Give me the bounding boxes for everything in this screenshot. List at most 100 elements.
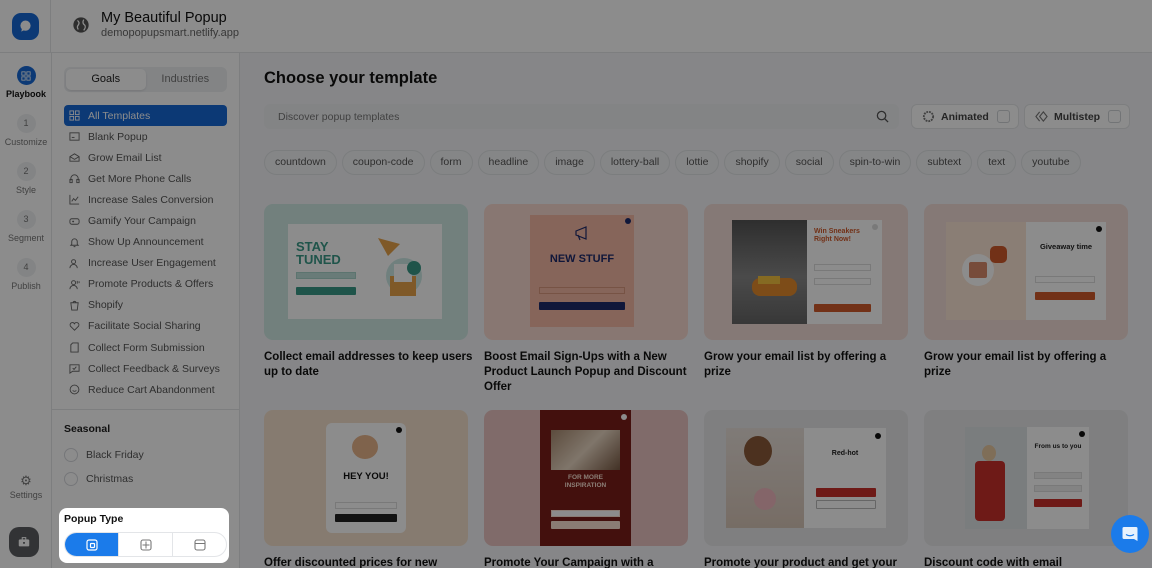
goal-grow-email-list[interactable]: Grow Email List <box>64 147 227 168</box>
preview-popup: FOR MORE INSPIRATION <box>540 410 631 546</box>
briefcase-icon <box>18 537 30 547</box>
site-info: My Beautiful Popup demopopupsmart.netlif… <box>72 10 239 40</box>
tag-chip[interactable]: youtube <box>1021 150 1081 175</box>
multistep-label: Multistep <box>1054 110 1101 123</box>
popup-type-selector <box>64 532 227 557</box>
search-input[interactable] <box>264 104 854 129</box>
goal-feedback[interactable]: Collect Feedback & Surveys <box>64 358 227 379</box>
template-preview[interactable]: Giveaway time <box>924 204 1128 340</box>
app-logo[interactable] <box>11 13 39 40</box>
step-style[interactable]: 2 Style <box>0 162 52 195</box>
template-title: Offer discounted prices for new <box>264 557 438 568</box>
close-icon <box>396 427 402 433</box>
tag-chip[interactable]: form <box>429 150 473 175</box>
template-preview[interactable]: NEW STUFF <box>484 204 688 340</box>
step-customize[interactable]: 1 Customize <box>0 114 52 147</box>
template-card[interactable]: Red-hot Promote your product and get you… <box>704 410 909 568</box>
globe-icon <box>73 17 89 33</box>
preview-button <box>551 521 620 529</box>
template-preview[interactable]: FOR MORE INSPIRATION <box>484 410 688 546</box>
template-card[interactable]: HEY YOU! Offer discounted prices for new <box>264 410 469 568</box>
filters-sidebar: Goals Industries All Templates Blank Pop… <box>52 53 240 568</box>
step-label: Style <box>15 185 36 195</box>
smile-icon <box>68 383 81 396</box>
template-card[interactable]: NEW STUFF Boost Email Sign-Ups with a Ne… <box>484 204 689 395</box>
seasonal-black-friday[interactable]: Black Friday <box>64 448 227 462</box>
chat-launcher[interactable] <box>1111 515 1149 553</box>
sneaker-image <box>732 220 807 324</box>
popup-type-fullscreen[interactable] <box>119 533 173 556</box>
tab-industries[interactable]: Industries <box>146 69 226 90</box>
goal-gamify[interactable]: Gamify Your Campaign <box>64 210 227 231</box>
radio-icon[interactable] <box>64 448 78 462</box>
preview-button <box>296 287 356 295</box>
goal-social-sharing[interactable]: Facilitate Social Sharing <box>64 316 227 337</box>
template-preview[interactable]: From us to you <box>924 410 1128 546</box>
tag-chip[interactable]: headline <box>477 150 540 175</box>
step-label: Customize <box>4 137 48 147</box>
multistep-filter[interactable]: Multistep <box>1024 104 1130 129</box>
goal-all-templates[interactable]: All Templates <box>64 105 227 127</box>
template-card[interactable]: Giveaway time Grow your email list by of… <box>924 204 1129 380</box>
template-preview[interactable]: Red-hot <box>704 410 908 546</box>
seasonal-christmas[interactable]: Christmas <box>64 472 227 486</box>
preview-field <box>335 502 397 509</box>
search-icon[interactable] <box>876 110 889 123</box>
goal-label: Gamify Your Campaign <box>88 215 196 228</box>
settings-button[interactable]: ⚙ Settings <box>0 474 52 501</box>
multistep-checkbox[interactable] <box>1108 110 1121 123</box>
goal-label: Increase User Engagement <box>88 257 216 270</box>
shopify-icon <box>68 299 81 312</box>
step-playbook[interactable]: Playbook <box>0 66 52 99</box>
tag-chip[interactable]: lottie <box>675 150 720 175</box>
tag-chip[interactable]: spin-to-win <box>838 150 912 175</box>
goal-cart-abandonment[interactable]: Reduce Cart Abandonment <box>64 379 227 400</box>
template-card[interactable]: STAY TUNED Collect email addresses to ke… <box>264 204 472 380</box>
preview-popup: From us to you <box>965 427 1089 529</box>
step-number: 2 <box>16 162 36 181</box>
modal-popup-icon <box>85 538 98 551</box>
goal-label: Collect Feedback & Surveys <box>88 362 220 375</box>
tag-chip[interactable]: lottery-ball <box>599 150 671 175</box>
animated-checkbox[interactable] <box>997 110 1010 123</box>
popup-type-modal[interactable] <box>65 533 119 556</box>
template-preview[interactable]: Win Sneakers Right Now! <box>704 204 908 340</box>
radio-icon[interactable] <box>64 472 78 486</box>
sparkler-image <box>551 430 620 470</box>
tag-chip[interactable]: countdown <box>264 150 337 175</box>
headphones-icon <box>68 172 81 185</box>
step-number: 3 <box>16 210 36 229</box>
tag-chip[interactable]: subtext <box>916 150 973 175</box>
tag-chip[interactable]: image <box>544 150 595 175</box>
tag-chip[interactable]: social <box>784 150 834 175</box>
preview-button <box>539 302 625 310</box>
template-card[interactable]: FOR MORE INSPIRATION Promote Your Campai… <box>484 410 689 568</box>
tab-goals[interactable]: Goals <box>66 69 146 90</box>
goal-sales-conversion[interactable]: Increase Sales Conversion <box>64 189 227 210</box>
tag-chip[interactable]: shopify <box>724 150 780 175</box>
goal-label: Increase Sales Conversion <box>88 193 214 206</box>
goal-phone-calls[interactable]: Get More Phone Calls <box>64 168 227 189</box>
page-title: Choose your template <box>264 69 438 87</box>
workspace-button[interactable] <box>9 527 39 557</box>
grid-icon <box>16 66 36 85</box>
tag-chip[interactable]: coupon-code <box>341 150 425 175</box>
goal-blank-popup[interactable]: Blank Popup <box>64 126 227 147</box>
goal-promote-products[interactable]: Promote Products & Offers <box>64 274 227 295</box>
template-preview[interactable]: STAY TUNED <box>264 204 468 340</box>
template-title: Discount code with email <box>924 557 1063 568</box>
goal-form-submission[interactable]: Collect Form Submission <box>64 337 227 358</box>
step-segment[interactable]: 3 Segment <box>0 210 52 243</box>
goal-user-engagement[interactable]: Increase User Engagement <box>64 253 227 274</box>
template-preview[interactable]: HEY YOU! <box>264 410 468 546</box>
animated-filter[interactable]: Animated <box>911 104 1019 129</box>
step-publish[interactable]: 4 Publish <box>0 258 52 291</box>
template-card[interactable]: From us to you Discount code with email <box>924 410 1129 568</box>
popup-type-banner[interactable] <box>173 533 226 556</box>
template-card[interactable]: Win Sneakers Right Now! Grow your email … <box>704 204 909 380</box>
preview-field <box>296 272 356 279</box>
goal-announcement[interactable]: Show Up Announcement <box>64 232 227 253</box>
goal-shopify[interactable]: Shopify <box>64 295 227 316</box>
tag-chip[interactable]: text <box>977 150 1017 175</box>
template-title: Promote your product and get your <box>704 557 897 568</box>
